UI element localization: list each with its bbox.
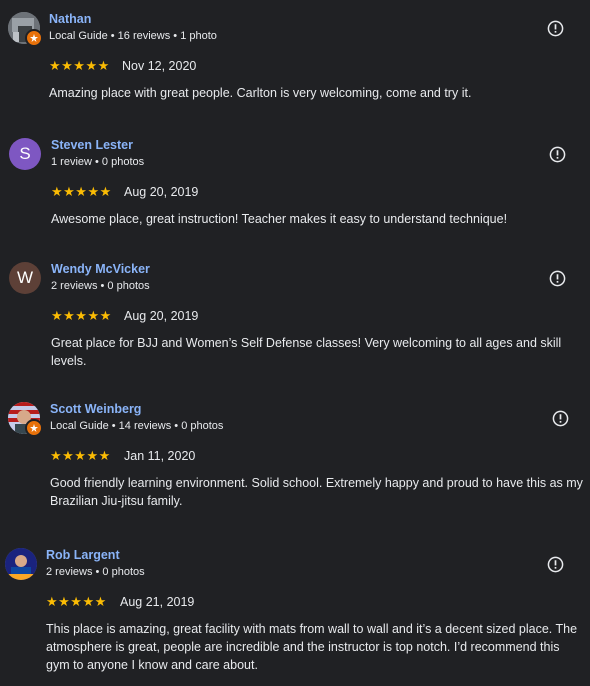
star-rating: ★★★★★ [49, 58, 110, 73]
flag-icon[interactable] [549, 146, 566, 163]
reviewer-name[interactable]: Rob Largent [46, 548, 120, 562]
avatar-letter: W [16, 268, 34, 287]
review-text: Good friendly learning environment. Soli… [50, 476, 583, 508]
reviewer-name[interactable]: Scott Weinberg [50, 402, 141, 416]
reviewer-avatar[interactable] [8, 12, 43, 47]
reviewer-meta: 2 reviews • 0 photos [51, 280, 150, 292]
reviewer-avatar[interactable]: S [9, 138, 41, 170]
review-date: Jan 11, 2020 [124, 449, 196, 463]
review-date: Nov 12, 2020 [122, 59, 197, 73]
star-rating: ★★★★★ [51, 184, 112, 199]
review-date: Aug 20, 2019 [124, 185, 199, 199]
reviewer-avatar[interactable] [5, 548, 37, 580]
flag-icon[interactable] [552, 410, 569, 427]
review-date: Aug 21, 2019 [120, 595, 195, 609]
review-card: Rob Largent 2 reviews • 0 photos ★★★★★ A… [0, 536, 590, 686]
reviewer-meta: Local Guide • 16 reviews • 1 photo [49, 30, 217, 42]
avatar-letter: S [19, 144, 31, 163]
review-date: Aug 20, 2019 [124, 309, 199, 323]
reviewer-name[interactable]: Wendy McVicker [51, 262, 150, 276]
reviewer-avatar[interactable] [8, 402, 43, 437]
reviewer-name[interactable]: Steven Lester [51, 138, 133, 152]
reviewer-meta: Local Guide • 14 reviews • 0 photos [50, 420, 224, 432]
reviewer-meta: 2 reviews • 0 photos [46, 566, 145, 578]
review-text: Great place for BJJ and Women’s Self Def… [51, 336, 562, 368]
flag-icon[interactable] [549, 270, 566, 287]
reviewer-avatar[interactable]: W [9, 262, 41, 294]
reviewer-meta: 1 review • 0 photos [51, 156, 145, 168]
review-card: S Steven Lester 1 review • 0 photos ★★★★… [0, 126, 590, 241]
star-rating: ★★★★★ [46, 594, 107, 609]
flag-icon[interactable] [547, 20, 564, 37]
avatar-photo [5, 548, 37, 580]
star-rating: ★★★★★ [51, 308, 112, 323]
reviewer-name[interactable]: Nathan [49, 12, 91, 26]
review-card: Scott Weinberg Local Guide • 14 reviews … [0, 390, 590, 525]
local-guide-badge-icon [25, 29, 43, 47]
review-text: Amazing place with great people. Carlton… [49, 86, 472, 100]
local-guide-badge-icon [25, 419, 43, 437]
star-rating: ★★★★★ [50, 448, 111, 463]
review-text: This place is amazing, great facility wi… [46, 622, 578, 672]
review-card: W Wendy McVicker 2 reviews • 0 photos ★★… [0, 250, 590, 380]
flag-icon[interactable] [547, 556, 564, 573]
review-card: Nathan Local Guide • 16 reviews • 1 phot… [0, 0, 590, 115]
review-text: Awesome place, great instruction! Teache… [51, 212, 508, 226]
